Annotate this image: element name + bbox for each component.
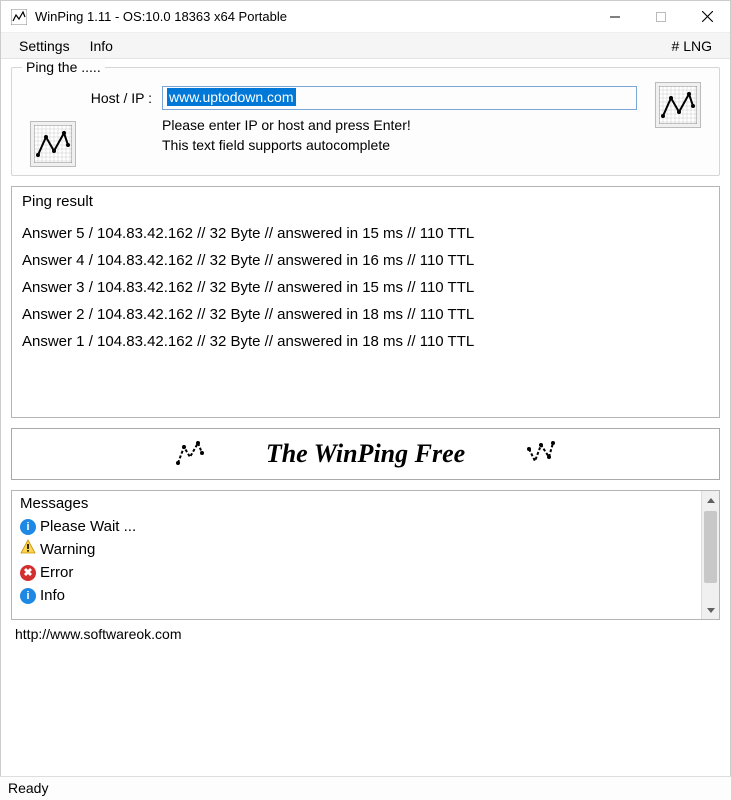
titlebar: WinPing 1.11 - OS:10.0 18363 x64 Portabl… [1, 1, 730, 33]
scroll-up-icon[interactable] [702, 491, 719, 509]
info-icon: i [20, 588, 36, 604]
minimize-button[interactable] [592, 1, 638, 33]
messages-box: Messages iPlease Wait ...Warning✖ErroriI… [11, 490, 720, 620]
message-line: iPlease Wait ... [20, 516, 693, 539]
ping-group: Ping the ..... Host / IP : www.uptodown.… [11, 67, 720, 176]
banner-text: The WinPing Free [266, 439, 465, 469]
host-label: Host / IP : [24, 90, 152, 106]
result-line: Answer 2 / 104.83.42.162 // 32 Byte // a… [22, 301, 709, 328]
messages-scrollbar[interactable] [701, 491, 719, 619]
message-text: Error [40, 562, 73, 585]
message-text: Info [40, 585, 65, 608]
window-title: WinPing 1.11 - OS:10.0 18363 x64 Portabl… [35, 9, 592, 24]
error-icon: ✖ [20, 565, 36, 581]
ping-results-title: Ping result [22, 193, 709, 210]
chart-icon-right-button[interactable] [655, 82, 701, 128]
banner-icon-right [525, 437, 557, 472]
ping-group-title: Ping the ..... [22, 59, 105, 75]
host-input-value: www.uptodown.com [167, 88, 296, 106]
warning-icon [20, 539, 36, 563]
banner[interactable]: The WinPing Free [11, 428, 720, 480]
result-line: Answer 4 / 104.83.42.162 // 32 Byte // a… [22, 247, 709, 274]
result-line: Answer 5 / 104.83.42.162 // 32 Byte // a… [22, 220, 709, 247]
message-line: Warning [20, 539, 693, 563]
message-text: Warning [40, 539, 95, 562]
hint-line-2: This text field supports autocomplete [162, 136, 411, 156]
menu-settings[interactable]: Settings [9, 36, 80, 56]
hint-text: Please enter IP or host and press Enter!… [162, 116, 411, 155]
menubar: Settings Info # LNG [1, 33, 730, 59]
status-text: Ready [8, 780, 48, 796]
scroll-down-icon[interactable] [702, 601, 719, 619]
result-line: Answer 3 / 104.83.42.162 // 32 Byte // a… [22, 274, 709, 301]
footer-url[interactable]: http://www.softwareok.com [11, 620, 720, 644]
scroll-thumb[interactable] [704, 511, 717, 583]
close-button[interactable] [684, 1, 730, 33]
chart-icon-left-button[interactable] [30, 121, 76, 167]
menu-info[interactable]: Info [80, 36, 123, 56]
message-text: Please Wait ... [40, 516, 136, 539]
status-bar: Ready [0, 776, 731, 800]
app-icon [11, 9, 27, 25]
messages-title: Messages [20, 495, 693, 512]
banner-icon-left [174, 437, 206, 472]
result-line: Answer 1 / 104.83.42.162 // 32 Byte // a… [22, 328, 709, 355]
message-line: ✖Error [20, 562, 693, 585]
message-line: iInfo [20, 585, 693, 608]
info-icon: i [20, 519, 36, 535]
hint-line-1: Please enter IP or host and press Enter! [162, 116, 411, 136]
host-input[interactable]: www.uptodown.com [162, 86, 637, 110]
menu-lng[interactable]: # LNG [662, 36, 722, 56]
maximize-button[interactable] [638, 1, 684, 33]
ping-results-box: Ping result Answer 5 / 104.83.42.162 // … [11, 186, 720, 418]
